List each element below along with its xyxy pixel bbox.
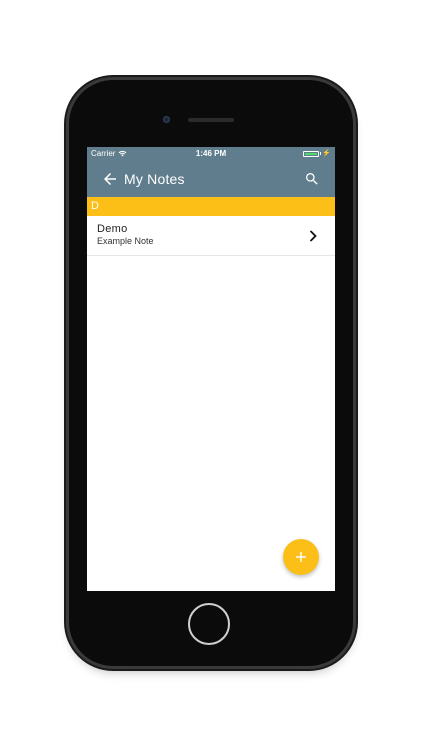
list-item[interactable]: Demo Example Note xyxy=(87,216,335,256)
battery-charging-icon: ⚡ xyxy=(303,150,331,157)
power-button xyxy=(353,205,357,247)
note-title: Demo xyxy=(97,223,128,235)
app-bar: My Notes xyxy=(87,161,335,197)
section-header-letter: D xyxy=(87,197,335,216)
app-screen: Carrier 1:46 PM ⚡ My Notes D Demo Exampl… xyxy=(87,147,335,591)
earpiece-speaker xyxy=(188,118,234,122)
add-note-button[interactable] xyxy=(283,539,319,575)
status-bar: Carrier 1:46 PM ⚡ xyxy=(87,147,335,161)
front-camera xyxy=(163,116,170,123)
note-subtitle: Example Note xyxy=(97,236,154,246)
plus-icon xyxy=(296,552,306,562)
search-icon[interactable] xyxy=(304,171,320,187)
arrow-left-icon[interactable] xyxy=(101,170,119,188)
status-time: 1:46 PM xyxy=(195,149,227,158)
chevron-right-icon xyxy=(309,230,317,242)
device-mockup: Carrier 1:46 PM ⚡ My Notes D Demo Exampl… xyxy=(0,0,422,750)
charging-bolt-icon: ⚡ xyxy=(322,150,331,157)
page-title: My Notes xyxy=(124,171,185,187)
home-button[interactable] xyxy=(188,603,230,645)
